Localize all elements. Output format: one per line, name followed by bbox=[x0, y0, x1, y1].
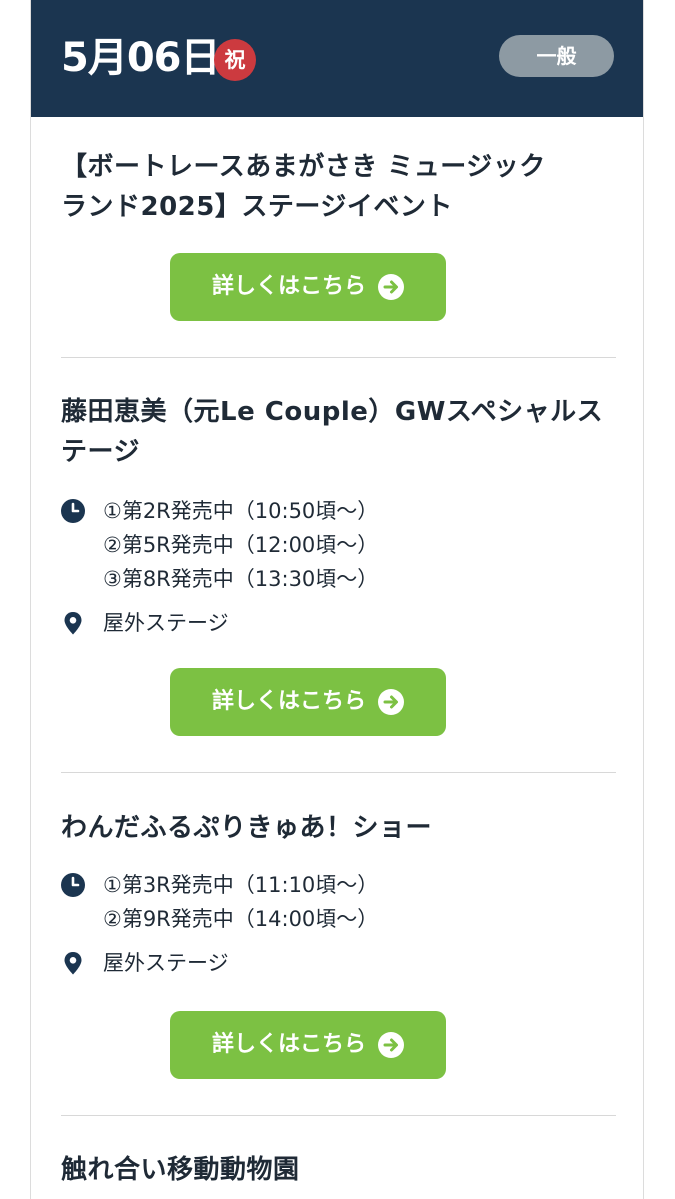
event-times: ①第2R発売中（10:50頃～） ②第5R発売中（12:00頃～） ③第8R発売… bbox=[61, 494, 616, 596]
event-title-line: 触れ合い移動動物園 bbox=[61, 1155, 300, 1185]
clock-icon bbox=[61, 499, 85, 523]
time-slot: ②第5R発売中（12:00頃～） bbox=[103, 533, 379, 557]
divider bbox=[61, 772, 616, 773]
clock-icon bbox=[61, 873, 85, 897]
details-button-label: 詳しくはこちら bbox=[211, 274, 366, 299]
event-item: わんだふるぷりきゅあ！ショー ①第3R発売中（11:10頃～） ②第9R発売中（… bbox=[61, 808, 616, 980]
date-label: 5月06日 bbox=[61, 35, 220, 81]
date-header: 5月06日 祝 一般 bbox=[31, 0, 643, 117]
arrow-right-circle-icon bbox=[378, 274, 404, 300]
location-label: 屋外ステージ bbox=[103, 611, 229, 635]
event-title-line: わんだふるぷりきゅあ！ショー bbox=[61, 813, 433, 843]
map-pin-icon bbox=[64, 952, 82, 975]
event-item: 【ボートレースあまがさき ミュージック ランド2025】ステージイベント bbox=[61, 147, 616, 227]
details-button-label: 詳しくはこちら bbox=[211, 689, 366, 714]
details-button[interactable]: 詳しくはこちら bbox=[170, 1011, 446, 1079]
details-button[interactable]: 詳しくはこちら bbox=[170, 668, 446, 736]
details-button-label: 詳しくはこちら bbox=[211, 1032, 366, 1057]
time-slot: ①第3R発売中（11:10頃～） bbox=[103, 873, 379, 897]
divider bbox=[61, 357, 616, 358]
arrow-right-circle-icon bbox=[378, 689, 404, 715]
event-title-line: 【ボートレースあまがさき ミュージック bbox=[61, 152, 546, 182]
event-title: 藤田恵美（元Le Couple）GWスペシャルス テージ bbox=[61, 392, 616, 472]
event-item: 触れ合い移動動物園 bbox=[61, 1150, 616, 1190]
details-button[interactable]: 詳しくはこちら bbox=[170, 253, 446, 321]
event-title-line: 藤田恵美（元Le Couple）GWスペシャルス bbox=[61, 397, 604, 427]
map-pin-icon bbox=[64, 612, 82, 635]
event-location: 屋外ステージ bbox=[61, 946, 616, 980]
time-slot: ②第9R発売中（14:00頃～） bbox=[103, 907, 379, 931]
time-slot: ③第8R発売中（13:30頃～） bbox=[103, 567, 379, 591]
event-item: 藤田恵美（元Le Couple）GWスペシャルス テージ ①第2R発売中（10:… bbox=[61, 392, 616, 640]
event-schedule-card: 5月06日 祝 一般 【ボートレースあまがさき ミュージック ランド2025】ス… bbox=[30, 0, 644, 1199]
event-times: ①第3R発売中（11:10頃～） ②第9R発売中（14:00頃～） bbox=[61, 868, 616, 936]
event-title-line: テージ bbox=[61, 437, 140, 467]
arrow-right-circle-icon bbox=[378, 1032, 404, 1058]
event-title: わんだふるぷりきゅあ！ショー bbox=[61, 808, 616, 848]
event-location: 屋外ステージ bbox=[61, 606, 616, 640]
time-slot: ①第2R発売中（10:50頃～） bbox=[103, 499, 379, 523]
divider bbox=[61, 1115, 616, 1116]
category-badge: 一般 bbox=[499, 35, 614, 77]
event-title: 【ボートレースあまがさき ミュージック ランド2025】ステージイベント bbox=[61, 147, 616, 227]
holiday-badge: 祝 bbox=[214, 39, 256, 81]
event-title: 触れ合い移動動物園 bbox=[61, 1150, 616, 1190]
event-title-line: ランド2025】ステージイベント bbox=[61, 192, 453, 222]
location-label: 屋外ステージ bbox=[103, 951, 229, 975]
